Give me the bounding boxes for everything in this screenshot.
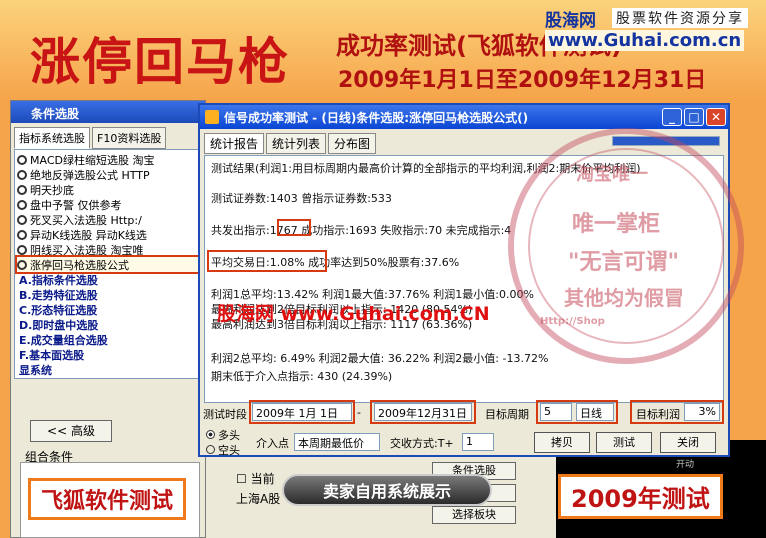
site-logo: 股海网 [545,11,596,31]
app-icon [205,110,219,124]
tree-category[interactable]: F.基本面选股 [17,347,199,362]
tree-category[interactable]: A.指标条件选股 [17,272,199,287]
formula-tree[interactable]: MACD绿柱缩短选股 淘宝 绝地反弹选股公式 HTTP 明天抄底 盘中予警 仅供… [14,149,202,379]
tree-category[interactable]: D.即时盘中选股 [17,317,199,332]
copy-button[interactable]: 拷贝 [534,432,590,453]
site-url: www.Guhai.com.cn [545,30,745,51]
condition-select-title: 条件选股 [11,101,205,123]
progress-bar [612,136,720,146]
close-icon[interactable]: ✕ [706,108,726,126]
report-line: 测试证券数:1403 曾指示证券数:533 [211,192,392,205]
test-period-label: 测试时段 [203,408,247,421]
entry-point-select[interactable]: 本周期最低价 [294,433,380,451]
tree-item[interactable]: 死叉买入法选股 Http:/ [17,212,199,227]
highlight-box [536,400,618,424]
tree-category[interactable]: B.走势特征选股 [17,287,199,302]
tree-category[interactable]: E.成交量组合选股 [17,332,199,347]
report-line: 利润2总平均: 6.49% 利润2最大值: 36.22% 利润2最小值: -13… [211,352,549,365]
maximize-icon[interactable]: □ [684,108,704,126]
tree-category[interactable]: C.形态特征选股 [17,302,199,317]
formula-title: 涨停回马枪 [30,33,290,91]
tree-item[interactable]: 盘中予警 仅供参考 [17,197,199,212]
report-line: 测试结果(利润1:用目标周期内最高价计算的全部指示的平均利润,利润2:期末价平均… [211,162,641,175]
tree-item-selected[interactable]: 涨停回马枪选股公式 [15,255,201,274]
magnifier-icon [17,259,27,270]
magnifier-icon [17,199,27,210]
magnifier-icon [17,229,27,240]
trade-mode-input[interactable]: 1 [462,433,494,451]
magnifier-icon [17,244,27,255]
caption-right: 2009年测试 [558,474,723,519]
highlight-box [370,400,476,424]
radio-dot-icon [206,430,215,439]
caption-middle: 卖家自用系统展示 [282,474,492,506]
radio-short[interactable]: 空头 [206,442,240,458]
success-rate-dialog: 信号成功率测试 - (日线)条件选股:涨停回马枪选股公式() _ □ ✕ 统计报… [198,103,730,457]
dialog-title: 信号成功率测试 - (日线)条件选股:涨停回马枪选股公式() _ □ ✕ [200,105,728,129]
current-checkbox[interactable]: ☐ 当前 [236,470,275,487]
report-line: 共发出指示:1767 成功指示:1693 失败指示:70 未完成指示:4 [211,224,512,237]
target-period-label: 目标周期 [485,408,529,421]
tree-item[interactable]: 绝地反弹选股公式 HTTP [17,167,199,182]
tree-item[interactable]: 明天抄底 [17,182,199,197]
magnifier-icon [17,184,27,195]
highlight-box [630,400,724,424]
tab-stat-list[interactable]: 统计列表 [266,133,327,154]
magnifier-icon [17,214,27,225]
highlight-box [277,219,311,236]
chart-label: 开动 [676,460,695,470]
highlight-box [207,250,327,272]
tree-category[interactable]: 显系统 [17,362,199,377]
banner: 涨停回马枪 成功率测试(飞狐软件测试) 2009年1月1日至2009年12月31… [0,0,766,100]
magnifier-icon [17,154,27,165]
tree-item[interactable]: 异动K线选股 异动K线选 [17,227,199,242]
test-button[interactable]: 测试 [596,432,652,453]
radio-dot-icon [206,445,215,454]
tab-stat-report[interactable]: 统计报告 [204,133,265,154]
magnifier-icon [17,169,27,180]
advanced-button[interactable]: << 高级 [30,420,112,442]
tab-distribution[interactable]: 分布图 [328,133,377,154]
tree-item[interactable]: 阴线买入法选股 淘宝唯 [17,242,199,257]
tab-indicator-select[interactable]: 指标系统选股 [14,127,90,149]
select-board-button[interactable]: 选择板块 [432,506,516,524]
report-line: 期末低于介入点指示: 430 (24.39%) [211,370,393,383]
highlight-box [249,400,355,424]
tree-item[interactable]: MACD绿柱缩短选股 淘宝 [17,152,199,167]
close-button[interactable]: 关闭 [660,432,716,453]
radio-long[interactable]: 多头 [206,427,240,443]
tab-f10-select[interactable]: F10资料选股 [92,127,167,149]
report-text-area[interactable]: 测试结果(利润1:用目标周期内最高价计算的全部指示的平均利润,利润2:期末价平均… [204,155,724,403]
trade-mode-label: 交收方式:T+ [390,437,454,450]
site-watermark: 股海网 www.Guhai.com.CN [217,303,490,325]
minimize-icon[interactable]: _ [662,108,682,126]
date-separator: - [357,406,361,419]
market-label: 上海A股 [236,492,281,506]
date-range-title: 2009年1月1日至2009年12月31日 [338,68,707,93]
condition-tabs: 指标系统选股 F10资料选股 [11,123,205,149]
caption-left: 飞狐软件测试 [28,478,187,520]
site-tagline: 股票软件资源分享 [612,8,748,28]
entry-point-label: 介入点 [256,437,289,450]
